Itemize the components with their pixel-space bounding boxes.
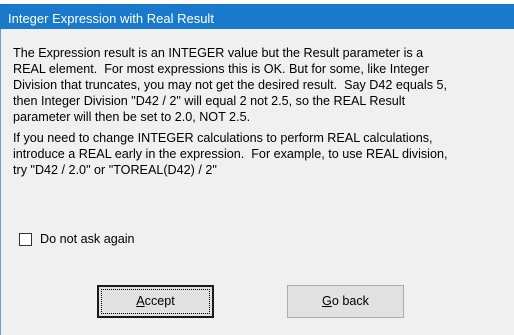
message-line: If you need to change INTEGER calculatio…	[13, 131, 433, 145]
accept-mnemonic: A	[136, 294, 145, 308]
go-back-button-label: Go back	[322, 294, 369, 308]
message-paragraph-2: If you need to change INTEGER calculatio…	[13, 130, 513, 178]
accept-button-label: Accept	[136, 294, 175, 308]
do-not-ask-again-label[interactable]: Do not ask again	[40, 231, 135, 247]
message-line: try "D42 / 2.0" or "TOREAL(D42) / 2"	[13, 163, 217, 177]
title-bar[interactable]: Integer Expression with Real Result	[0, 4, 514, 29]
message-line: Division that truncates, you may not get…	[13, 78, 448, 92]
accept-button[interactable]: Accept	[97, 285, 214, 318]
go-back-mnemonic: G	[322, 294, 332, 308]
message-line: The Expression result is an INTEGER valu…	[13, 46, 424, 60]
dialog-window: Integer Expression with Real Result The …	[0, 0, 514, 335]
go-back-button[interactable]: Go back	[287, 285, 404, 318]
message-line: parameter will then be set to 2.0, NOT 2…	[13, 110, 251, 124]
message-line: then Integer Division "D42 / 2" will equ…	[13, 94, 406, 108]
message-line: introduce a REAL early in the expression…	[13, 147, 448, 161]
message-paragraph-1: The Expression result is an INTEGER valu…	[13, 45, 513, 125]
message-line: REAL element. For most expressions this …	[13, 62, 429, 76]
accept-label-rest: ccept	[144, 294, 175, 308]
window-title: Integer Expression with Real Result	[8, 11, 214, 26]
go-back-label-rest: o back	[331, 294, 369, 308]
checkbox-box[interactable]	[19, 233, 32, 246]
dialog-body: The Expression result is an INTEGER valu…	[1, 29, 514, 335]
